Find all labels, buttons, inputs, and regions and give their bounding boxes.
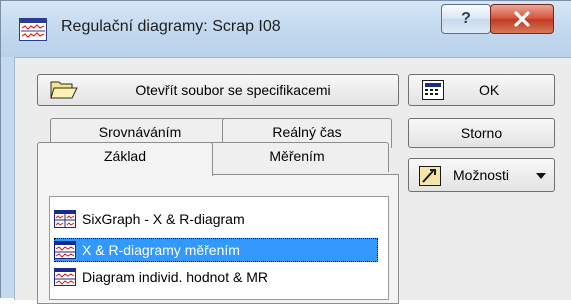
chevron-down-icon [536,173,546,179]
sixgraph-chart-icon [54,210,76,228]
tab-zaklad[interactable]: Základ [37,142,213,176]
options-button[interactable]: Možnosti [408,158,555,192]
control-chart-icon [54,241,76,259]
list-item[interactable]: SixGraph - X & R-diagram [54,207,378,231]
ok-label: OK [479,82,500,98]
client-area: Otevřít soubor se specifikacemi OK Storn… [14,57,571,304]
help-button[interactable]: ? [441,4,491,34]
close-icon [514,11,530,27]
list-item[interactable]: X & R-diagramy měřením [54,238,378,262]
window-title: Regulační diagramy: Scrap I08 [61,18,281,35]
open-spec-button[interactable]: Otevřít soubor se specifikacemi [37,74,399,106]
list-item-label: Diagram individ. hodnot & MR [82,269,268,285]
help-icon: ? [461,10,471,27]
storno-button[interactable]: Storno [408,118,555,148]
control-chart-icon [54,268,76,286]
active-tab-joint [38,173,212,176]
options-label: Možnosti [453,167,510,183]
diagram-type-list[interactable]: SixGraph - X & R-diagram X & R-diagramy … [49,196,389,300]
list-item-label: X & R-diagramy měřením [82,242,240,258]
dialog-window: Regulační diagramy: Scrap I08 ? Otevřít … [0,0,571,304]
open-spec-label: Otevřít soubor se specifikacemi [135,82,331,98]
tab-merenim[interactable]: Měřením [205,142,389,172]
storno-label: Storno [460,125,503,141]
ok-button[interactable]: OK [408,74,555,106]
options-tool-icon [419,166,441,186]
control-chart-app-icon [19,18,47,41]
close-button[interactable] [490,4,554,34]
title-bar[interactable]: Regulační diagramy: Scrap I08 ? [1,1,571,57]
list-item[interactable]: Diagram individ. hodnot & MR [54,265,378,289]
calculator-icon [422,80,444,100]
list-item-label: SixGraph - X & R-diagram [82,211,245,227]
